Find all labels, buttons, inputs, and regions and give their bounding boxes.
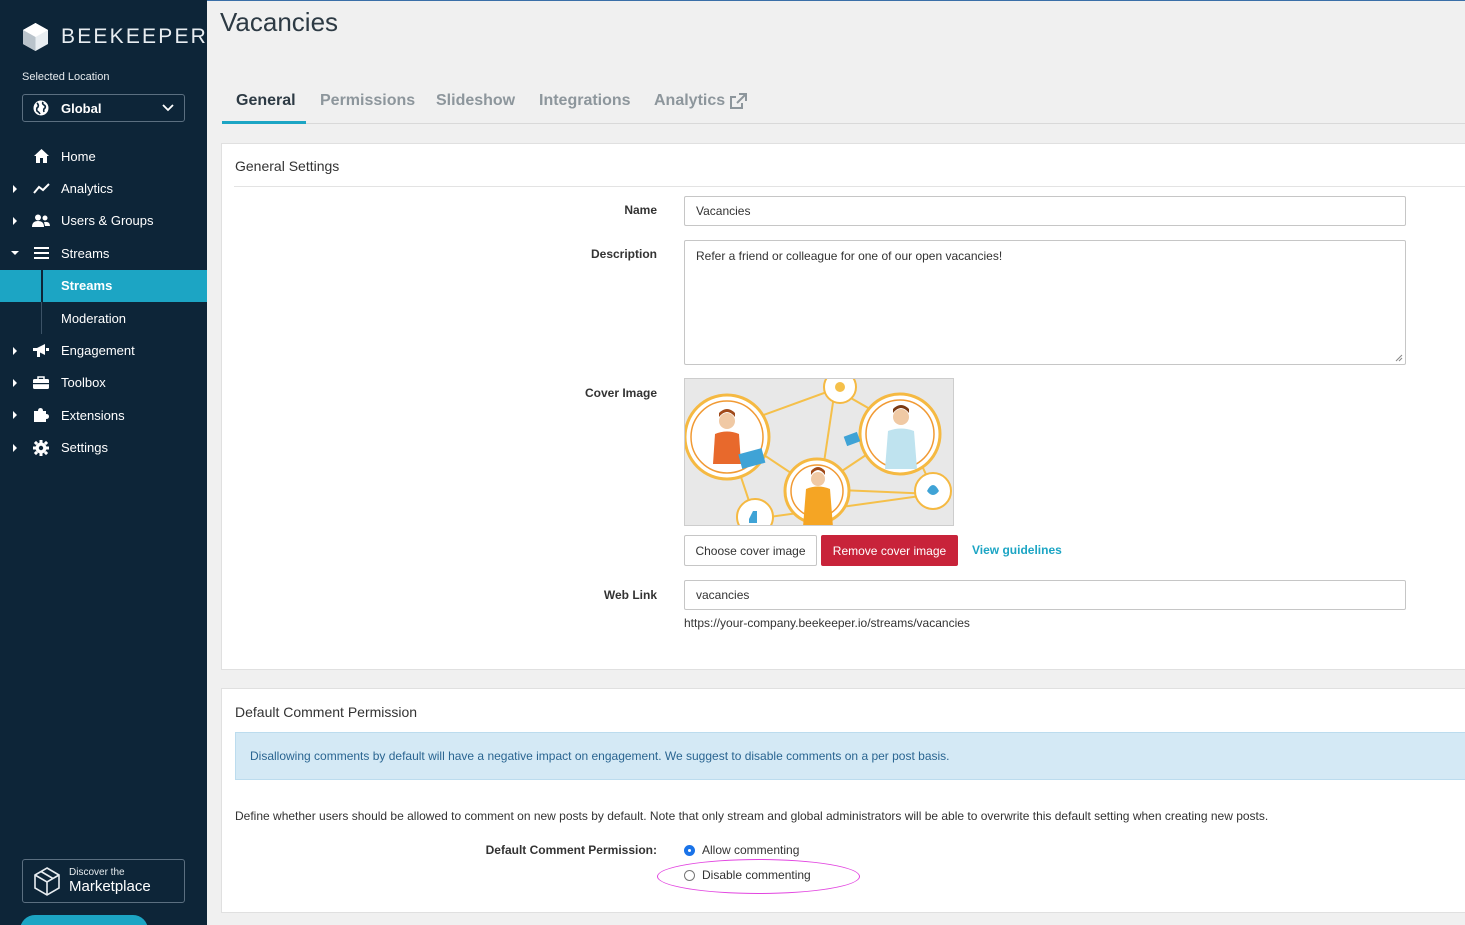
sidebar-item-label: Streams — [61, 245, 110, 261]
tab-label: Slideshow — [436, 92, 516, 109]
bottom-action-button[interactable] — [20, 915, 148, 925]
caret-right-icon — [13, 443, 17, 452]
panel-divider — [234, 186, 1465, 187]
marketplace-line1: Discover the — [69, 867, 125, 878]
tab-label: Integrations — [539, 92, 631, 109]
toolbox-icon — [32, 374, 50, 392]
tab-permissions[interactable]: Permissions — [320, 82, 415, 124]
sidebar-item-extensions[interactable]: Extensions — [0, 399, 207, 431]
tab-general[interactable]: General — [222, 82, 306, 124]
page-title: Vacancies — [220, 7, 339, 37]
sidebar-subitem-moderation[interactable]: Moderation — [0, 301, 207, 335]
globe-icon — [33, 100, 49, 116]
cover-image-label: Cover Image — [584, 386, 657, 400]
marketplace-text: Discover the Marketplace — [69, 867, 151, 895]
tab-bar: General Permissions Slideshow Integratio… — [222, 82, 1465, 124]
sidebar-subitem-streams[interactable]: Streams — [0, 269, 207, 302]
comment-permission-description: Define whether users should be allowed t… — [235, 809, 1269, 823]
nav-indent-bar — [41, 269, 43, 302]
sidebar-item-analytics[interactable]: Analytics — [0, 172, 207, 204]
top-border — [207, 0, 1465, 1]
sidebar-item-label: Streams — [61, 278, 113, 294]
tab-analytics[interactable]: Analytics — [654, 82, 748, 124]
choose-cover-image-button[interactable]: Choose cover image — [684, 535, 817, 566]
tab-integrations[interactable]: Integrations — [539, 82, 631, 124]
tab-label: Permissions — [320, 92, 416, 109]
cover-illustration — [685, 379, 953, 525]
radio-button[interactable] — [684, 844, 695, 856]
caret-right-icon — [13, 184, 17, 193]
panel-heading: General Settings — [235, 158, 340, 174]
sidebar-item-settings[interactable]: Settings — [0, 432, 207, 464]
resize-handle-icon[interactable] — [1395, 354, 1403, 362]
web-link-url: https://your-company.beekeeper.io/stream… — [684, 616, 970, 630]
location-select[interactable]: Global — [22, 94, 185, 122]
tab-label: Analytics — [654, 92, 726, 109]
marketplace-cube-icon — [34, 867, 60, 896]
caret-right-icon — [13, 378, 17, 387]
home-icon — [32, 147, 50, 165]
external-link-icon — [730, 93, 748, 109]
sidebar-item-label: Engagement — [61, 343, 135, 359]
cover-image — [684, 378, 954, 526]
sidebar-item-users-groups[interactable]: Users & Groups — [0, 205, 207, 237]
web-link-value: vacancies — [696, 588, 750, 602]
general-settings-panel: General Settings Name Vacancies Descript… — [221, 143, 1465, 670]
location-value: Global — [61, 100, 102, 116]
users-icon — [32, 212, 50, 230]
marketplace-button[interactable]: Discover the Marketplace — [22, 859, 185, 903]
gear-icon — [32, 439, 50, 457]
caret-down-icon — [11, 251, 19, 256]
default-comment-permission-label: Default Comment Permission: — [485, 843, 657, 857]
web-link-input[interactable]: vacancies — [684, 580, 1406, 610]
brand-name: BEEKEEPER — [61, 25, 209, 48]
sidebar-item-home[interactable]: Home — [0, 140, 207, 172]
sidebar-nav: Home Analytics Users & Groups Streams St… — [0, 140, 207, 464]
chart-line-icon — [32, 180, 50, 198]
beekeeper-logo-icon — [23, 23, 48, 51]
nav-indent-bar — [41, 301, 42, 335]
name-label: Name — [624, 203, 657, 217]
sidebar-item-label: Moderation — [61, 310, 127, 326]
sidebar-item-label: Settings — [61, 440, 108, 456]
tab-label: General — [236, 92, 296, 109]
name-input[interactable]: Vacancies — [684, 196, 1406, 226]
sidebar-item-toolbox[interactable]: Toolbox — [0, 367, 207, 399]
megaphone-icon — [32, 342, 50, 360]
selected-location-label: Selected Location — [22, 71, 110, 83]
sidebar-item-streams[interactable]: Streams — [0, 237, 207, 269]
caret-right-icon — [13, 411, 17, 420]
description-label: Description — [590, 247, 657, 261]
sidebar-item-label: Users & Groups — [61, 213, 154, 229]
web-link-label: Web Link — [603, 588, 657, 602]
alert-text: Disallowing comments by default will hav… — [250, 749, 950, 763]
tab-slideshow[interactable]: Slideshow — [436, 82, 515, 124]
puzzle-icon — [32, 406, 50, 424]
description-value: Refer a friend or colleague for one of o… — [696, 249, 1003, 263]
chevron-down-icon — [162, 104, 174, 112]
sidebar-item-label: Analytics — [61, 181, 114, 197]
sidebar-item-label: Home — [61, 148, 96, 164]
list-icon — [32, 244, 50, 262]
radio-label: Allow commenting — [702, 843, 800, 857]
description-textarea[interactable]: Refer a friend or colleague for one of o… — [684, 240, 1406, 365]
remove-cover-image-button[interactable]: Remove cover image — [821, 535, 958, 566]
panel-heading: Default Comment Permission — [235, 704, 418, 720]
sidebar-item-label: Extensions — [61, 407, 125, 423]
sidebar-item-engagement[interactable]: Engagement — [0, 334, 207, 366]
name-value: Vacancies — [696, 204, 751, 218]
sidebar-item-label: Toolbox — [61, 375, 106, 391]
highlight-annotation-ellipse — [657, 859, 860, 894]
radio-allow-commenting[interactable]: Allow commenting — [684, 843, 799, 857]
brand[interactable]: BEEKEEPER — [22, 22, 208, 52]
info-alert: Disallowing comments by default will hav… — [235, 732, 1465, 780]
caret-right-icon — [13, 346, 17, 355]
marketplace-line2: Marketplace — [69, 878, 151, 895]
view-guidelines-link[interactable]: View guidelines — [972, 543, 1062, 557]
caret-right-icon — [13, 216, 17, 225]
sidebar: BEEKEEPER Selected Location Global Home … — [0, 0, 207, 925]
